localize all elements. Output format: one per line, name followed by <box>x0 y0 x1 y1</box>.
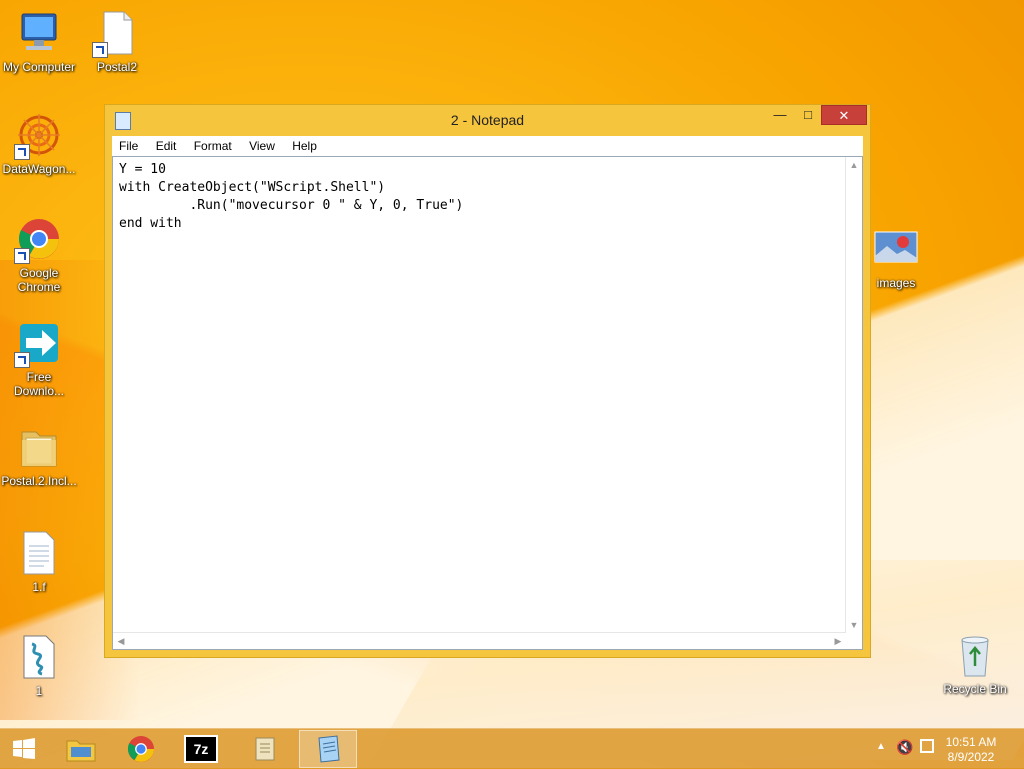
menu-help[interactable]: Help <box>285 136 324 153</box>
image-file-icon <box>873 226 919 272</box>
datawagon-icon <box>14 112 62 160</box>
menu-file[interactable]: File <box>112 136 145 153</box>
scroll-left-icon[interactable]: ◀ <box>113 633 129 649</box>
vertical-scrollbar[interactable]: ▲ ▼ <box>845 157 862 633</box>
clock-time: 10:51 AM <box>945 735 997 749</box>
desktop-icon-label: My Computer <box>2 60 76 74</box>
shortcut-arrow-icon <box>14 248 30 264</box>
maximize-icon: □ <box>804 107 812 122</box>
taskbar-7zip[interactable]: 7z <box>172 730 230 768</box>
desktop-icon-label: Recycle Bin <box>943 682 1007 696</box>
desktop-icon-label: Free Downlo... <box>13 370 65 398</box>
download-manager-icon <box>14 320 62 368</box>
7zip-icon: 7z <box>184 735 218 763</box>
desktop-icon-label: Google Chrome <box>17 266 61 294</box>
minimize-button[interactable]: — <box>767 105 793 125</box>
notepad-window[interactable]: 2 - Notepad — □ ✕ File Edit Format View … <box>104 104 871 658</box>
taskbar-scroll-app[interactable] <box>236 730 294 768</box>
shortcut-arrow-icon <box>14 144 30 160</box>
recycle-bin-icon <box>952 632 998 678</box>
scroll-up-icon[interactable]: ▲ <box>846 157 862 173</box>
clock-date: 8/9/2022 <box>947 750 995 764</box>
desktop-icon-postal2[interactable]: Postal2 <box>78 10 156 74</box>
windows-logo-icon <box>13 738 35 759</box>
desktop-icon-postal2-folder[interactable]: Postal.2.Incl... <box>0 424 78 488</box>
menu-format[interactable]: Format <box>187 136 239 153</box>
file-explorer-icon <box>66 740 96 762</box>
menu-edit[interactable]: Edit <box>149 136 184 153</box>
notepad-icon <box>318 735 340 763</box>
menu-view[interactable]: View <box>242 136 282 153</box>
desktop-icon-label: 1 <box>35 684 43 698</box>
taskbar-notepad[interactable] <box>299 730 357 768</box>
desktop-icon-google-chrome[interactable]: Google Chrome <box>0 216 78 294</box>
scroll-icon <box>255 737 275 761</box>
taskbar-chrome[interactable] <box>112 730 170 768</box>
editor-content[interactable]: Y = 10 with CreateObject("WScript.Shell"… <box>113 157 862 237</box>
desktop-icon-1[interactable]: 1 <box>0 634 78 698</box>
shortcut-arrow-icon <box>14 352 30 368</box>
desktop-icon-label: Postal2 <box>96 60 138 74</box>
text-editor[interactable]: Y = 10 with CreateObject("WScript.Shell"… <box>112 156 863 650</box>
volume-muted-icon[interactable]: 🔇 <box>896 739 913 756</box>
taskbar-file-explorer[interactable] <box>52 730 110 768</box>
minimize-icon: — <box>773 107 787 122</box>
chrome-icon <box>127 735 155 763</box>
desktop-icon-recycle-bin[interactable]: Recycle Bin <box>936 632 1014 696</box>
chrome-icon <box>14 216 62 264</box>
desktop-icon-datawagon[interactable]: DataWagon... <box>0 112 78 176</box>
file-shortcut-icon <box>92 10 140 58</box>
window-title: 2 - Notepad <box>450 112 525 128</box>
maximize-button[interactable]: □ <box>795 105 821 125</box>
clock[interactable]: 10:51 AM 8/9/2022 <box>936 735 1006 765</box>
network-icon[interactable] <box>920 739 934 753</box>
shortcut-arrow-icon <box>92 42 108 58</box>
system-tray: ▲ 🔇 10:51 AM 8/9/2022 <box>864 729 1024 769</box>
folder-icon <box>16 424 62 470</box>
desktop-icon-free-download-manager[interactable]: Free Downlo... <box>0 320 78 398</box>
show-hidden-icons-icon[interactable]: ▲ <box>876 741 886 752</box>
script-file-icon <box>16 634 62 680</box>
desktop-icon-label: Postal.2.Incl... <box>1 474 77 488</box>
desktop-icon-label: 1.f <box>32 580 46 594</box>
taskbar: 7z ▲ 🔇 10:51 AM 8/9/2022 <box>0 728 1024 769</box>
menu-bar: File Edit Format View Help <box>112 136 863 156</box>
close-button[interactable]: ✕ <box>821 105 867 125</box>
start-button[interactable] <box>4 730 44 768</box>
desktop-icon-label: DataWagon... <box>2 162 76 176</box>
desktop-icon-1f[interactable]: 1.f <box>0 530 78 594</box>
text-file-icon <box>16 530 62 576</box>
desktop-icon-my-computer[interactable]: My Computer <box>0 10 78 74</box>
close-icon: ✕ <box>838 108 850 123</box>
horizontal-scrollbar[interactable]: ◀ ▶ <box>113 632 846 649</box>
scroll-down-icon[interactable]: ▼ <box>846 617 862 633</box>
title-bar[interactable]: 2 - Notepad — □ ✕ <box>105 105 870 135</box>
scroll-right-icon[interactable]: ▶ <box>830 633 846 649</box>
computer-icon <box>16 10 62 56</box>
